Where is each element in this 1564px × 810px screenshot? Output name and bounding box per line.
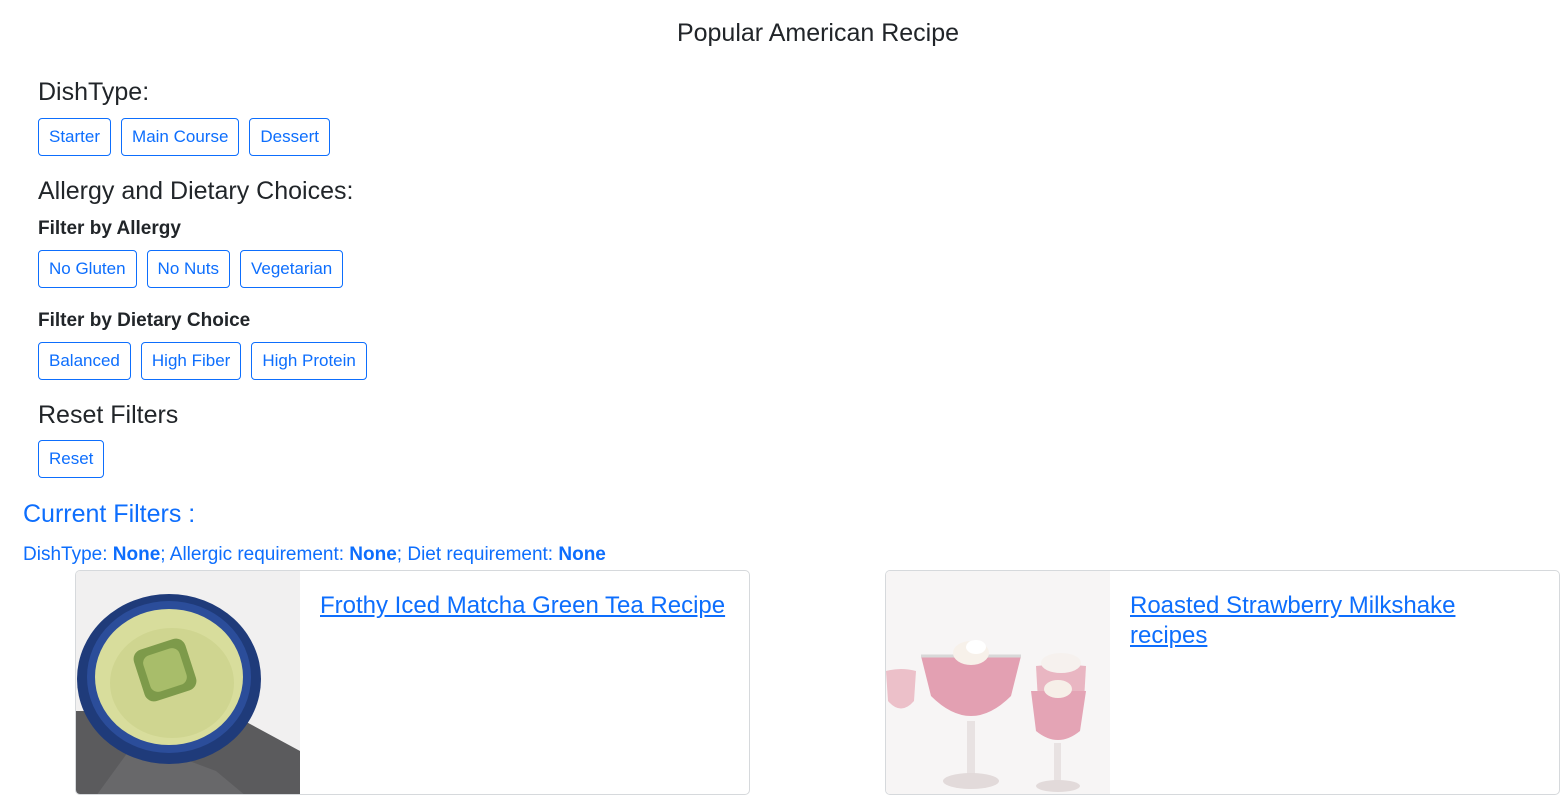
diet-filter-value: None <box>558 544 606 565</box>
dishtype-button-group: Starter Main Course Dessert <box>38 118 330 156</box>
strawberry-milkshake-image[interactable] <box>886 571 1110 794</box>
starter-button[interactable]: Starter <box>38 118 112 156</box>
dishtype-filter-value: None <box>112 544 161 565</box>
allergy-filter-label: Filter by Allergy <box>38 218 181 239</box>
dessert-button[interactable]: Dessert <box>249 118 330 156</box>
high-protein-button[interactable]: High Protein <box>251 342 367 380</box>
no-nuts-button[interactable]: No Nuts <box>146 250 230 288</box>
reset-heading: Reset Filters <box>38 401 179 429</box>
allergic-filter-value: None <box>349 544 397 565</box>
reset-button[interactable]: Reset <box>38 440 105 478</box>
recipe-card[interactable]: Roasted Strawberry Milkshake recipes <box>885 570 1560 795</box>
matcha-tea-image[interactable] <box>76 571 300 794</box>
allergy-button-group: No Gluten No Nuts Vegetarian <box>38 250 344 288</box>
diet-filter-label: Filter by Dietary Choice <box>38 310 251 331</box>
reset-button-group: Reset <box>38 440 105 478</box>
strawberry-milkshake-illustration <box>886 571 1110 794</box>
diet-filter-label: ; Diet requirement: <box>396 544 554 565</box>
dishtype-heading: DishType: <box>38 78 150 106</box>
balanced-button[interactable]: Balanced <box>38 342 131 380</box>
page-title: Popular American Recipe <box>676 19 960 47</box>
recipe-title-link[interactable]: Roasted Strawberry Milkshake recipes <box>1130 591 1539 651</box>
filter-summary: DishType: None; Allergic requirement: No… <box>23 544 606 566</box>
dishtype-filter-label: DishType: <box>23 544 108 565</box>
diet-button-group: Balanced High Fiber High Protein <box>38 342 367 380</box>
allergic-filter-label: ; Allergic requirement: <box>160 544 345 565</box>
recipe-title-link[interactable]: Frothy Iced Matcha Green Tea Recipe <box>320 591 725 621</box>
current-filters-title: Current Filters : <box>23 500 196 528</box>
high-fiber-button[interactable]: High Fiber <box>140 342 242 380</box>
vegetarian-button[interactable]: Vegetarian <box>239 250 344 288</box>
allergy-diet-heading: Allergy and Dietary Choices: <box>38 177 354 205</box>
recipe-card[interactable]: Frothy Iced Matcha Green Tea Recipe <box>75 570 750 795</box>
main-course-button[interactable]: Main Course <box>121 118 240 156</box>
matcha-tea-illustration <box>76 571 300 794</box>
no-gluten-button[interactable]: No Gluten <box>38 250 137 288</box>
